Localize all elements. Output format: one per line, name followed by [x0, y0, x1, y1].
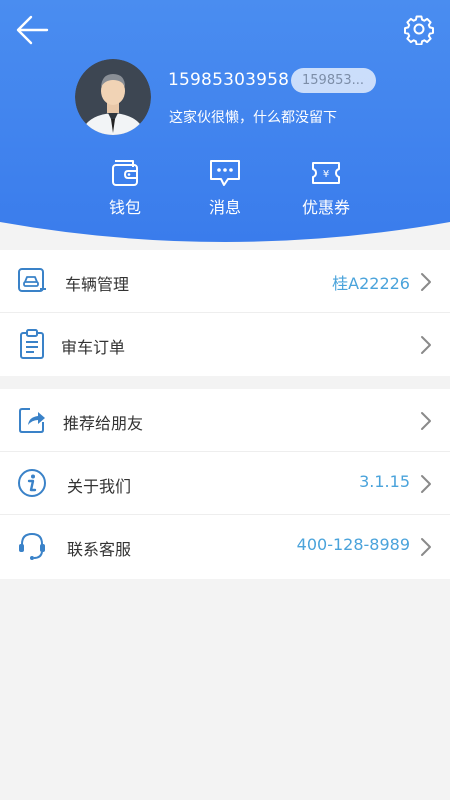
svg-text:¥: ¥ [323, 169, 329, 180]
menu-item-recommend[interactable]: 推荐给朋友 [0, 389, 450, 452]
app-version-value: 3.1.15 [359, 472, 410, 491]
avatar[interactable] [75, 59, 151, 135]
menu-item-vehicle-management[interactable]: 车辆管理 桂A22226 [0, 250, 450, 313]
menu-item-inspection-orders[interactable]: 审车订单 [0, 313, 450, 376]
back-button[interactable] [14, 12, 50, 48]
message-icon [210, 160, 240, 186]
headset-icon [19, 532, 45, 560]
menu-label: 车辆管理 [65, 275, 130, 294]
vehicle-plate-value: 桂A22226 [332, 274, 410, 293]
menu-group-vehicle: 车辆管理 桂A22226 审车订单 [0, 250, 450, 376]
gear-icon [404, 15, 434, 46]
menu-label: 审车订单 [61, 338, 126, 357]
wallet-button[interactable]: 钱包 [85, 158, 165, 218]
menu-item-about-us[interactable]: 关于我们 3.1.15 [0, 452, 450, 515]
chevron-right-icon [421, 538, 431, 556]
chevron-right-icon [421, 273, 431, 291]
profile-header: 15985303958 159853... 这家伙很懒，什么都没留下 钱包 消息… [0, 0, 450, 250]
menu-label: 关于我们 [67, 477, 132, 496]
wallet-icon [112, 160, 138, 186]
chevron-right-icon [421, 336, 431, 354]
info-icon [18, 469, 46, 497]
chevron-right-icon [421, 412, 431, 430]
chevron-right-icon [421, 475, 431, 493]
coupons-button[interactable]: ¥ 优惠券 [286, 158, 366, 218]
user-avatar-icon [75, 59, 151, 135]
user-bio: 这家伙很懒，什么都没留下 [169, 110, 337, 126]
menu-label: 联系客服 [67, 540, 132, 559]
coupons-label: 优惠券 [301, 198, 350, 217]
clipboard-icon [20, 329, 44, 359]
menu-item-customer-service[interactable]: 联系客服 400-128-8989 [0, 515, 450, 578]
messages-label: 消息 [208, 198, 241, 217]
coupon-icon: ¥ [312, 162, 340, 184]
messages-button[interactable]: 消息 [185, 158, 265, 218]
share-icon [19, 408, 45, 433]
user-phone: 15985303958 [168, 70, 290, 90]
menu-group-about: 推荐给朋友 关于我们 3.1.15 联系客服 400-128-8989 [0, 389, 450, 579]
wallet-label: 钱包 [108, 198, 141, 217]
menu-label: 推荐给朋友 [63, 414, 144, 433]
arrow-left-icon [16, 15, 49, 45]
car-icon [18, 268, 46, 292]
settings-button[interactable] [403, 13, 435, 46]
service-phone-value: 400-128-8989 [296, 535, 410, 554]
phone-tag-badge[interactable]: 159853... [291, 68, 376, 93]
